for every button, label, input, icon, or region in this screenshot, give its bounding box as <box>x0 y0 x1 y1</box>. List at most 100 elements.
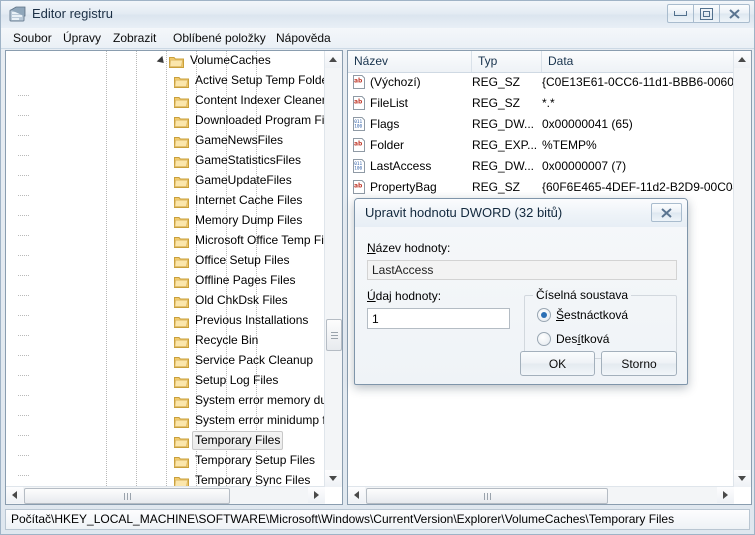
tree-scroll-down-button[interactable] <box>325 470 341 487</box>
value-data-field[interactable] <box>367 308 510 329</box>
minimize-button[interactable] <box>667 4 694 23</box>
tree-item[interactable]: Office Setup Files <box>6 251 326 276</box>
tree-item[interactable]: Temporary Files <box>6 431 326 456</box>
close-icon <box>661 207 672 218</box>
tree-scroll-up-button[interactable] <box>325 51 341 68</box>
menu-item-soubor[interactable]: Soubor <box>7 30 58 46</box>
tree-item[interactable]: Microsoft Office Temp Files <box>6 231 326 256</box>
tree-item-label: Downloaded Program Files <box>195 113 326 128</box>
value-row[interactable]: ab (Výchozí) REG_SZ {C0E13E61-0CC6-11d1-BBB… <box>348 72 751 93</box>
tree-item[interactable]: Service Pack Cleanup <box>6 351 326 376</box>
value-data-cell: %TEMP% <box>542 138 597 152</box>
value-row[interactable]: 011 100 Flags REG_DW... 0x00000041 (65) <box>348 114 751 135</box>
restore-button[interactable] <box>693 4 720 23</box>
tree-item[interactable]: Internet Cache Files <box>6 191 326 216</box>
values-scroll-up-button[interactable] <box>734 51 750 68</box>
value-row[interactable]: 011 100 LastAccess REG_DW... 0x00000007 (7) <box>348 156 751 177</box>
value-name-field[interactable] <box>367 260 677 280</box>
tree-item-label: Microsoft Office Temp Files <box>195 233 326 248</box>
radio-hexadecimal[interactable]: Šestnáctková <box>537 307 628 323</box>
folder-icon <box>174 114 189 129</box>
tree-item-label: Office Setup Files <box>195 253 290 268</box>
values-vertical-scrollbar[interactable] <box>733 51 751 487</box>
values-hscroll-thumb[interactable] <box>366 488 608 504</box>
tree-item-label: Internet Cache Files <box>195 193 303 208</box>
folder-icon <box>174 454 189 469</box>
tree-item[interactable]: Setup Log Files <box>6 371 326 396</box>
tree-item-label: Offline Pages Files <box>195 273 296 288</box>
folder-icon <box>174 414 189 429</box>
title-bar: Editor registru <box>1 1 754 29</box>
value-data-label: Údaj hodnoty: <box>367 289 442 303</box>
menu-bar: Soubor Úpravy Zobrazit Oblíbené položky … <box>1 28 754 49</box>
folder-icon <box>174 314 189 329</box>
tree-vertical-scrollbar[interactable] <box>324 51 342 487</box>
ok-button[interactable]: OK <box>520 351 595 376</box>
cancel-button[interactable]: Storno <box>601 351 677 376</box>
tree-scroll-left-button[interactable] <box>6 487 23 503</box>
close-icon <box>729 8 740 19</box>
tree-scroll-right-button[interactable] <box>308 487 325 503</box>
tree-scroll-thumb[interactable] <box>326 319 342 351</box>
column-header-data[interactable]: Data <box>542 51 751 72</box>
close-button[interactable] <box>719 4 750 23</box>
values-row-container: ab (Výchozí) REG_SZ {C0E13E61-0CC6-11d1-BBB… <box>348 72 751 198</box>
tree-item-label: GameUpdateFiles <box>195 173 292 188</box>
values-scroll-left-button[interactable] <box>348 487 365 503</box>
tree-item[interactable]: Old ChkDsk Files <box>6 291 326 316</box>
value-data-cell: {60F6E465-4DEF-11d2-B2D9-00C04F8EE <box>542 180 752 194</box>
tree-item[interactable]: Temporary Sync Files <box>6 471 326 487</box>
tree-item-label: Content Indexer Cleaner <box>195 93 326 108</box>
tree-item-label: System error minidump files <box>195 413 326 428</box>
tree-item[interactable]: Recycle Bin <box>6 331 326 356</box>
tree-horizontal-scrollbar[interactable] <box>6 486 325 504</box>
tree-item-label: Recycle Bin <box>195 333 259 348</box>
tree-item[interactable]: Temporary Setup Files <box>6 451 326 476</box>
tree-item[interactable]: Offline Pages Files <box>6 271 326 296</box>
registry-tree-pane[interactable]: VolumeCaches Active Setup Temp Folders Con… <box>5 50 343 505</box>
window-controls <box>667 4 750 23</box>
tree-item[interactable]: GameStatisticsFiles <box>6 151 326 176</box>
menu-item-napoveda[interactable]: Nápověda <box>270 30 337 46</box>
registry-tree[interactable]: VolumeCaches Active Setup Temp Folders Con… <box>6 51 326 487</box>
tree-item-label: System error memory dump files <box>195 393 326 408</box>
value-row[interactable]: ab PropertyBag REG_SZ {60F6E465-4DEF-11d2-B… <box>348 177 751 198</box>
folder-icon <box>174 334 189 349</box>
tree-item[interactable]: GameNewsFiles <box>6 131 326 156</box>
column-header-name[interactable]: Název <box>348 51 472 72</box>
tree-item[interactable]: System error memory dump files <box>6 391 326 416</box>
tree-item[interactable]: Downloaded Program Files <box>6 111 326 136</box>
value-row[interactable]: ab Folder REG_EXP... %TEMP% <box>348 135 751 156</box>
value-type-cell: REG_SZ <box>472 180 521 194</box>
svg-text:ab: ab <box>354 140 363 147</box>
svg-text:100: 100 <box>354 123 362 129</box>
tree-item[interactable]: Content Indexer Cleaner <box>6 91 326 116</box>
radio-decimal[interactable]: Desítková <box>537 331 609 347</box>
edit-dword-dialog: Upravit hodnotu DWORD (32 bitů) Název ho… <box>354 198 688 385</box>
folder-icon <box>174 94 189 109</box>
folder-icon <box>174 154 189 169</box>
tree-item-root[interactable]: VolumeCaches <box>6 51 326 71</box>
menu-item-upravy[interactable]: Úpravy <box>57 30 107 46</box>
restore-icon <box>700 7 713 20</box>
values-horizontal-scrollbar[interactable] <box>348 486 734 504</box>
value-name-cell: ab FileList <box>353 95 409 110</box>
values-scroll-right-button[interactable] <box>717 487 734 503</box>
folder-icon <box>174 434 189 449</box>
tree-item[interactable]: System error minidump files <box>6 411 326 436</box>
menu-item-oblibene-polozky[interactable]: Oblíbené položky <box>167 30 272 46</box>
dialog-close-button[interactable] <box>651 203 682 222</box>
column-header-type[interactable]: Typ <box>472 51 542 72</box>
tree-item[interactable]: Previous Installations <box>6 311 326 336</box>
tree-item[interactable]: Memory Dump Files <box>6 211 326 236</box>
radio-dot-icon <box>537 307 551 322</box>
tree-item[interactable]: GameUpdateFiles <box>6 171 326 196</box>
tree-hscroll-thumb[interactable] <box>24 488 230 504</box>
values-scroll-down-button[interactable] <box>734 470 750 487</box>
expander-triangle-icon[interactable] <box>158 55 169 66</box>
svg-text:ab: ab <box>354 98 363 105</box>
value-row[interactable]: ab FileList REG_SZ *.* <box>348 93 751 114</box>
value-name-cell: 011 100 Flags <box>352 114 472 135</box>
menu-item-zobrazit[interactable]: Zobrazit <box>107 30 162 46</box>
tree-item[interactable]: Active Setup Temp Folders <box>6 71 326 96</box>
